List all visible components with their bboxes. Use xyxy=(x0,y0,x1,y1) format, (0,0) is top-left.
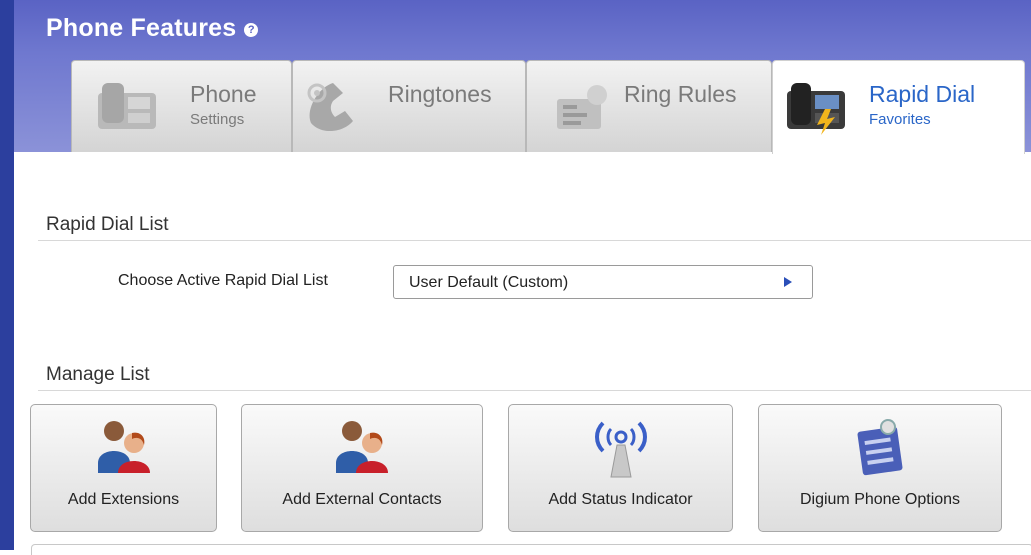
tab-label: Phone xyxy=(190,81,257,107)
tile-label: Add Status Indicator xyxy=(548,491,693,508)
digium-phone-options-button[interactable]: Digium Phone Options xyxy=(758,404,1002,532)
tile-label: Add Extensions xyxy=(67,491,180,508)
tab-phone-settings[interactable]: Phone Settings xyxy=(71,60,292,152)
section-title-manage-list: Manage List xyxy=(46,364,150,385)
tab-label: Ring Rules xyxy=(624,81,737,107)
question-icon[interactable]: ? xyxy=(244,23,259,37)
chevron-right-icon xyxy=(784,277,792,287)
tab-sub-label: Settings xyxy=(190,111,245,128)
add-extensions-button[interactable]: Add Extensions xyxy=(30,404,217,532)
add-external-contacts-button[interactable]: Add External Contacts xyxy=(241,404,483,532)
ring-rules-icon xyxy=(557,85,607,129)
ringing-handset-icon xyxy=(307,83,353,132)
section-divider xyxy=(38,240,1031,241)
users-icon xyxy=(97,421,150,473)
header: Phone Features? Phone Settings Ringtones xyxy=(14,0,1031,154)
tab-label: Rapid Dial xyxy=(869,81,976,107)
page-title: Phone Features? xyxy=(46,14,259,43)
tab-rapid-dial[interactable]: Rapid Dial Favorites xyxy=(772,60,1025,154)
tab-sub-label: Favorites xyxy=(869,111,931,128)
tile-label: Add External Contacts xyxy=(282,491,442,508)
section-divider xyxy=(38,390,1031,391)
tab-label: Ringtones xyxy=(388,81,492,107)
rapid-dial-list-select[interactable]: User Default (Custom) xyxy=(393,265,813,299)
left-rail xyxy=(0,0,14,550)
phone-options-icon xyxy=(857,419,903,476)
selected-value: User Default (Custom) xyxy=(409,274,569,291)
add-status-indicator-button[interactable]: Add Status Indicator xyxy=(508,404,733,532)
desk-phone-icon xyxy=(98,83,156,129)
tab-ringtones[interactable]: Ringtones xyxy=(292,60,526,152)
section-title-rapid-dial-list: Rapid Dial List xyxy=(46,214,169,235)
tile-label: Digium Phone Options xyxy=(799,491,961,508)
choose-list-label: Choose Active Rapid Dial List xyxy=(118,272,328,289)
status-antenna-icon xyxy=(594,421,647,478)
rapid-dial-phone-icon xyxy=(787,83,845,135)
contacts-icon xyxy=(336,421,388,473)
page-title-text: Phone Features xyxy=(46,14,237,42)
tab-ring-rules[interactable]: Ring Rules xyxy=(526,60,772,152)
